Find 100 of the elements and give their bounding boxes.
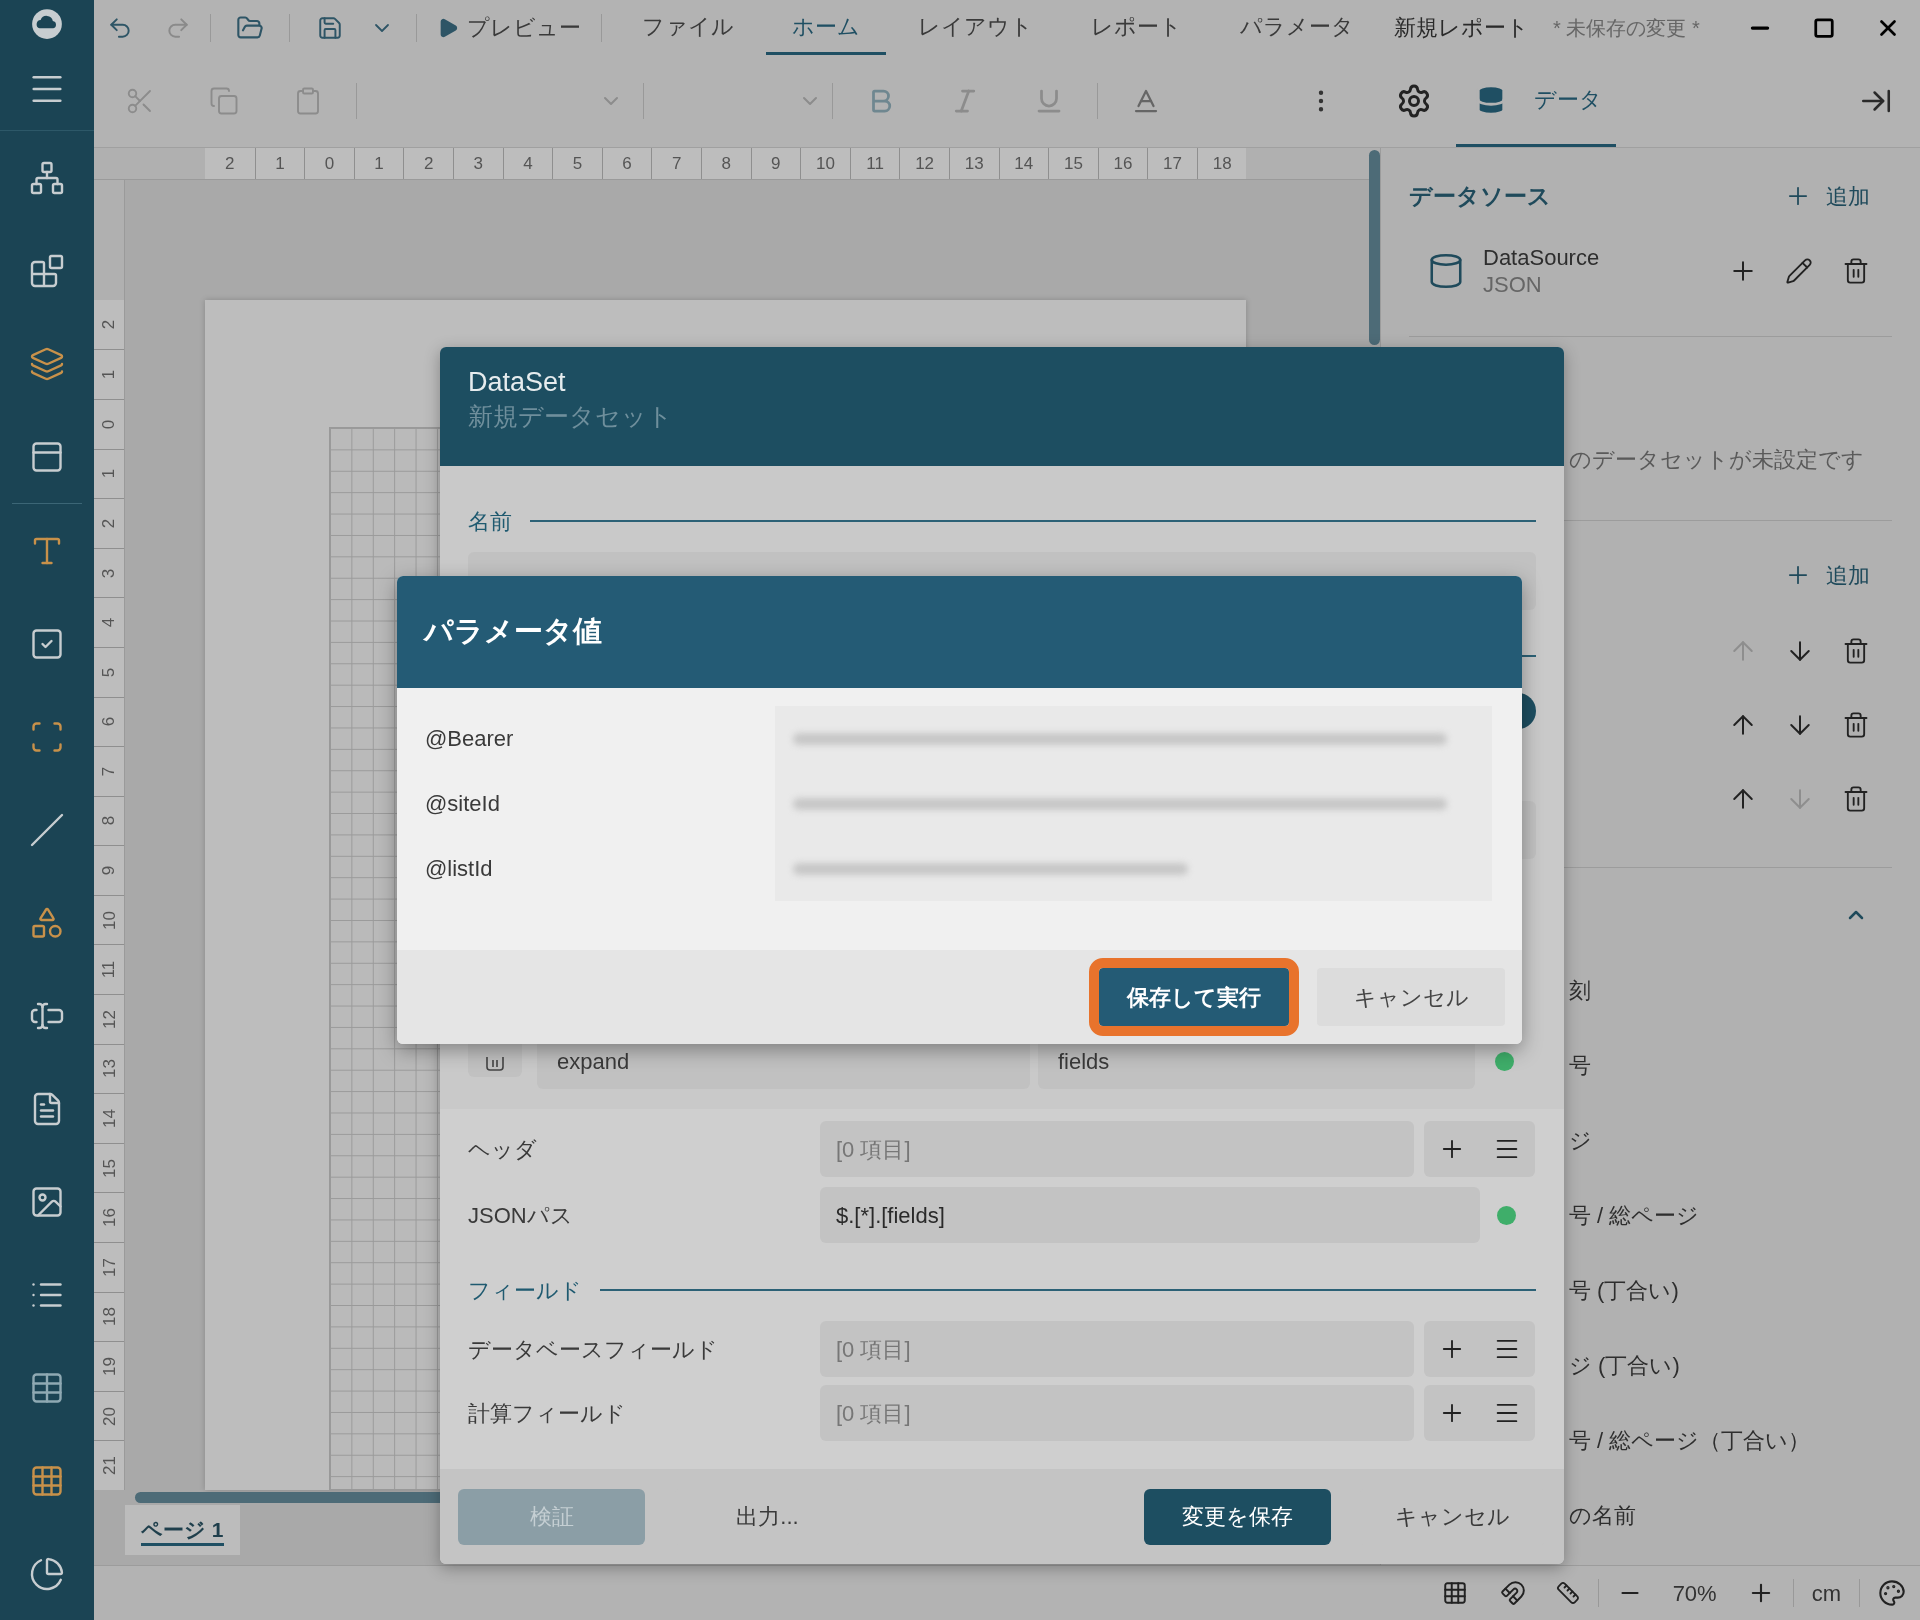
- field-label: データベースフィールド: [468, 1335, 719, 1364]
- dialog-title: パラメータ値: [424, 614, 602, 650]
- edit-icon[interactable]: [1785, 257, 1813, 285]
- zoom-level: 70%: [1672, 1579, 1717, 1608]
- ruler-number: 2: [423, 155, 434, 172]
- delete-icon[interactable]: [1842, 785, 1870, 813]
- ruler-number: 12: [100, 1009, 118, 1029]
- layers-icon[interactable]: [29, 345, 65, 382]
- ruler-number: 8: [721, 155, 731, 172]
- palette-icon[interactable]: [1878, 1579, 1906, 1607]
- ruler-number: 0: [324, 155, 335, 172]
- source-name[interactable]: DataSource: [1483, 244, 1600, 271]
- ruler-number: 6: [622, 155, 632, 172]
- parameter-value-field[interactable]: [775, 706, 1492, 771]
- menu-tab[interactable]: ファイル: [616, 0, 760, 55]
- parameter-name: @Bearer: [424, 725, 515, 753]
- parameter-name: @listId: [424, 855, 494, 883]
- ruler-number: 6: [100, 717, 118, 727]
- section-label: 名前: [468, 507, 512, 536]
- unsaved-indicator: * 未保存の変更 *: [1553, 15, 1700, 41]
- json-path-field[interactable]: $.[*].[fields]: [820, 1187, 1480, 1243]
- delete-icon[interactable]: [1842, 257, 1870, 285]
- page-tab[interactable]: ページ 1: [125, 1505, 240, 1555]
- ruler-icon[interactable]: [1555, 1580, 1580, 1606]
- unit-selector[interactable]: cm: [1811, 1576, 1841, 1610]
- menu-tab[interactable]: レイアウト: [892, 0, 1059, 55]
- ruler-number: 4: [100, 617, 118, 628]
- add-button[interactable]: 追加: [1784, 555, 1870, 595]
- ruler-number: 7: [100, 766, 118, 777]
- dialog-title: DataSet: [468, 366, 567, 399]
- ruler-number: 21: [100, 1456, 118, 1476]
- ruler-number: 10: [815, 155, 835, 172]
- field-item[interactable]: 刻: [1569, 974, 1591, 1007]
- ruler-number: 11: [866, 155, 884, 172]
- ruler-number: 20: [100, 1406, 118, 1426]
- ruler-number: 13: [964, 155, 984, 172]
- source-type: JSON: [1483, 271, 1543, 298]
- ruler-number: 0: [100, 419, 118, 429]
- delete-icon[interactable]: [1842, 637, 1870, 665]
- field-item[interactable]: 号 / 総ページ: [1569, 1199, 1700, 1232]
- save-button[interactable]: 変更を保存: [1144, 1488, 1331, 1545]
- field-item[interactable]: 号 / 総ページ（丁合い）: [1569, 1424, 1811, 1457]
- ruler-number: 18: [1212, 155, 1232, 172]
- app-logo-icon[interactable]: [30, 7, 64, 42]
- field-label: 計算フィールド: [468, 1399, 627, 1428]
- grid-icon[interactable]: [1441, 1580, 1468, 1606]
- maximize-icon[interactable]: [1813, 16, 1835, 39]
- ruler-number: 12: [915, 155, 935, 172]
- ruler-number: 16: [100, 1208, 118, 1228]
- pie-chart-icon[interactable]: [29, 1555, 65, 1592]
- ruler-number: 1: [100, 469, 118, 479]
- magnet-icon[interactable]: [1499, 1580, 1526, 1606]
- ruler-number: 1: [100, 369, 118, 380]
- ruler-number: 1: [374, 155, 384, 172]
- ruler-number: 15: [100, 1158, 118, 1178]
- section-label: フィールド: [468, 1276, 582, 1305]
- menu-tab[interactable]: レポート: [1065, 0, 1208, 55]
- ruler-number: 2: [100, 319, 118, 330]
- field-item[interactable]: 号: [1569, 1049, 1591, 1082]
- ruler-number: 17: [100, 1257, 118, 1277]
- document-title: 新規レポート: [1394, 14, 1529, 42]
- delete-icon[interactable]: [1842, 711, 1870, 739]
- field-label: JSONパス: [468, 1201, 574, 1230]
- ruler-number: 18: [100, 1307, 118, 1327]
- panel-title: データソース: [1409, 181, 1551, 211]
- vertical-scrollbar[interactable]: [1369, 150, 1380, 345]
- settings-icon[interactable]: [1396, 83, 1432, 119]
- hierarchy-icon[interactable]: [29, 159, 65, 196]
- dialog-subtitle: 新規データセット: [468, 401, 674, 432]
- menu-tab[interactable]: パラメータ: [1214, 0, 1380, 55]
- save-icon[interactable]: [317, 14, 343, 41]
- preview-button[interactable]: プレビュー: [437, 11, 581, 44]
- ruler-number: 17: [1163, 155, 1183, 172]
- ruler-number: 9: [771, 155, 781, 172]
- parameter-value-field[interactable]: [775, 836, 1492, 901]
- field-item[interactable]: の名前: [1569, 1499, 1636, 1532]
- ruler-number: 4: [523, 155, 533, 172]
- ruler-number: 3: [473, 155, 483, 172]
- parameter-name: @siteId: [424, 790, 501, 818]
- ruler-number: 10: [100, 910, 118, 930]
- components-icon[interactable]: [29, 252, 65, 289]
- field-item[interactable]: ジ (丁合い): [1569, 1349, 1680, 1382]
- ruler-number: 5: [572, 155, 583, 172]
- ruler-number: 3: [100, 568, 118, 578]
- ruler-number: 15: [1063, 155, 1083, 172]
- empty-dataset-message: のデータセットが未設定です: [1569, 445, 1864, 474]
- add-button[interactable]: 追加: [1784, 179, 1870, 213]
- line-icon[interactable]: [29, 811, 65, 848]
- cancel-button[interactable]: キャンセル: [1317, 968, 1505, 1026]
- trash-icon: [485, 1057, 505, 1071]
- ruler-number: 14: [100, 1109, 118, 1128]
- ruler-number: 14: [1014, 155, 1034, 172]
- ruler-number: 16: [1113, 155, 1133, 172]
- ruler-number: 5: [100, 667, 118, 677]
- ruler-number: 1: [275, 155, 285, 172]
- ruler-number: 13: [100, 1059, 118, 1079]
- ruler-number: 19: [100, 1357, 118, 1376]
- field-item[interactable]: 号 (丁合い): [1569, 1274, 1679, 1307]
- ruler-number: 11: [100, 960, 118, 979]
- field-item[interactable]: ジ: [1569, 1124, 1592, 1157]
